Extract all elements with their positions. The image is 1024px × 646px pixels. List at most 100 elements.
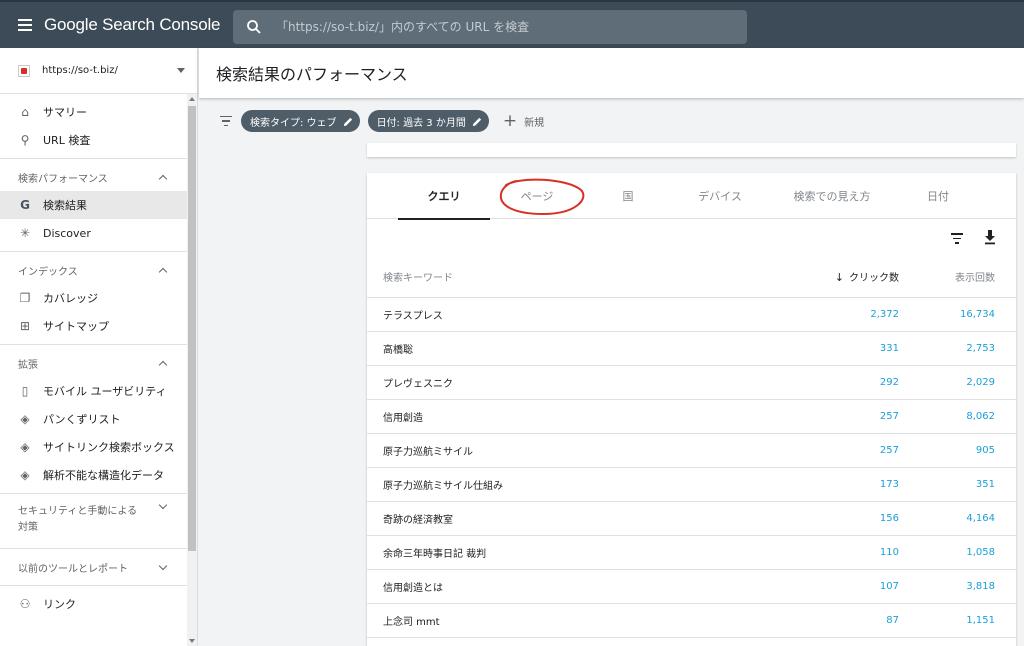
sidebar-item-label: サイトリンク検索ボックス bbox=[43, 441, 175, 454]
header-clicks[interactable]: ↓ クリック数 bbox=[767, 257, 899, 298]
asterisk-icon: ✳ bbox=[19, 226, 31, 240]
cell-query[interactable]: テラスプレス bbox=[367, 297, 767, 332]
scroll-up-icon[interactable] bbox=[189, 97, 195, 101]
cell-query[interactable]: 余命三年時事日記 裁判 bbox=[367, 535, 767, 570]
table-filter-icon[interactable] bbox=[950, 233, 964, 244]
new-filter-label: 新規 bbox=[524, 117, 545, 129]
tab-device[interactable]: デバイス bbox=[679, 173, 761, 219]
table-header-row: 検索キーワード ↓ クリック数 表示回数 bbox=[367, 257, 1016, 298]
sort-arrow-icon: ↓ bbox=[834, 271, 844, 285]
sidebar: https://so-t.biz/ ⌂ サマリー ⚲ URL 検査 検索パフォーマンス G… bbox=[0, 48, 198, 646]
layers-icon: ◈ bbox=[20, 468, 30, 482]
sidebar-item-label: サマリー bbox=[43, 106, 87, 119]
sidebar-item[interactable]: ❐ カバレッジ bbox=[0, 284, 188, 312]
sidebar-item[interactable]: ✳ Discover bbox=[0, 219, 188, 247]
sitemap-icon: ⊞ bbox=[19, 319, 31, 333]
sidebar-item[interactable]: ◈ パンくずリスト bbox=[0, 405, 188, 433]
cell-impressions: 905 bbox=[899, 433, 1016, 468]
cell-query[interactable]: 信用創造とは bbox=[367, 569, 767, 604]
cell-query[interactable]: 原子力巡航ミサイル仕組み bbox=[367, 467, 767, 502]
cell-clicks: 110 bbox=[767, 535, 899, 570]
sidebar-item[interactable]: ◈ サイトリンク検索ボックス bbox=[0, 433, 188, 461]
sidebar-divider bbox=[0, 251, 188, 252]
links-icon: ⚇ bbox=[19, 597, 31, 611]
table-row[interactable]: 原子力巡航ミサイル 257 905 bbox=[367, 433, 1016, 468]
sidebar-item-label: パンくずリスト bbox=[43, 413, 121, 426]
tab-search-appearance[interactable]: 検索での見え方 bbox=[777, 173, 887, 219]
sidebar-item[interactable]: ⚲ URL 検査 bbox=[0, 126, 188, 154]
filter-icon[interactable] bbox=[219, 115, 233, 127]
cell-query[interactable]: 上念司 mmt bbox=[367, 603, 767, 638]
tab-query[interactable]: クエリ bbox=[398, 173, 490, 220]
property-selector[interactable]: https://so-t.biz/ bbox=[0, 48, 197, 94]
date-chip[interactable]: 日付: 過去 3 か月間 bbox=[367, 110, 489, 132]
cell-query[interactable]: プレヴェスニク bbox=[367, 365, 767, 400]
sidebar-item[interactable]: ⌂ サマリー bbox=[0, 98, 188, 126]
section-title-line: 以前のツールとレポート bbox=[18, 563, 128, 575]
sidebar-item[interactable]: ⚇ リンク bbox=[0, 590, 188, 618]
home-icon: ⌂ bbox=[21, 105, 29, 119]
new-filter-button[interactable]: + 新規 bbox=[503, 112, 545, 130]
cell-query[interactable]: 信用創造 bbox=[367, 399, 767, 434]
table-row[interactable]: 信用創造 257 8,062 bbox=[367, 399, 1016, 434]
header-query[interactable]: 検索キーワード bbox=[367, 257, 767, 298]
chip-label: 検索タイプ: ウェブ bbox=[250, 117, 337, 129]
table-row[interactable]: 上念司 mmt 87 1,151 bbox=[367, 603, 1016, 638]
sidebar-item-label: カバレッジ bbox=[43, 292, 98, 305]
cell-query[interactable]: 奇跡の経済教室 bbox=[367, 501, 767, 536]
download-icon[interactable] bbox=[983, 229, 997, 245]
cell-clicks: 156 bbox=[767, 501, 899, 536]
table-row[interactable]: 奇跡の経済教室 156 4,164 bbox=[367, 501, 1016, 536]
site-favicon bbox=[18, 64, 30, 77]
table-row[interactable]: 信用創造とは 107 3,818 bbox=[367, 569, 1016, 604]
table-row[interactable]: 原子力巡航ミサイル仕組み 173 351 bbox=[367, 467, 1016, 502]
sidebar-section-header[interactable]: 検索パフォーマンス bbox=[0, 163, 188, 191]
sidebar-item[interactable]: ▯ モバイル ユーザビリティ bbox=[0, 377, 188, 405]
url-inspection-search[interactable] bbox=[233, 10, 747, 44]
sidebar-scrollbar[interactable] bbox=[187, 94, 197, 646]
copy-icon: ❐ bbox=[19, 291, 31, 305]
sidebar-section-header[interactable]: 拡張 bbox=[0, 349, 188, 377]
sidebar-item[interactable]: ◈ 解析不能な構造化データ bbox=[0, 461, 188, 489]
app-brand[interactable]: Google Search Console bbox=[44, 15, 221, 35]
table-row[interactable]: プレヴェスニク 292 2,029 bbox=[367, 365, 1016, 400]
cell-impressions: 4,164 bbox=[899, 501, 1016, 536]
search-input[interactable] bbox=[276, 20, 736, 34]
sidebar-divider bbox=[0, 548, 188, 549]
cell-clicks: 257 bbox=[767, 399, 899, 434]
sidebar-section-header[interactable]: 以前のツールとレポート bbox=[0, 553, 188, 581]
menu-icon[interactable] bbox=[14, 14, 36, 36]
scrollbar-thumb[interactable] bbox=[188, 106, 196, 551]
tab-country[interactable]: 国 bbox=[597, 173, 659, 219]
section-title: 拡張 bbox=[18, 359, 38, 371]
chevron-up-icon bbox=[158, 267, 168, 276]
table-row[interactable]: 高橋聡 331 2,753 bbox=[367, 331, 1016, 366]
section-title: インデックス bbox=[18, 266, 78, 278]
sidebar-item[interactable]: ⊞ サイトマップ bbox=[0, 312, 188, 340]
cell-clicks: 2,372 bbox=[767, 297, 899, 332]
sidebar-item[interactable]: G 検索結果 bbox=[0, 191, 188, 219]
table-row[interactable]: テラスプレス 2,372 16,734 bbox=[367, 297, 1016, 332]
sidebar-divider bbox=[0, 158, 188, 159]
dropdown-caret-icon bbox=[177, 68, 185, 73]
sidebar-divider bbox=[0, 493, 188, 494]
cell-query[interactable]: 高橋聡 bbox=[367, 331, 767, 366]
tab-page[interactable]: ページ bbox=[492, 173, 582, 219]
cell-query[interactable]: 原子力巡航ミサイル bbox=[367, 433, 767, 468]
edit-pencil-icon bbox=[343, 117, 352, 126]
layers-icon: ◈ bbox=[20, 440, 30, 454]
sidebar-nav: ⌂ サマリー ⚲ URL 検査 検索パフォーマンス G 検索結果 ✳ Discover インデック… bbox=[0, 94, 197, 618]
sidebar-item-label: サイトマップ bbox=[43, 320, 109, 333]
sidebar-section-header[interactable]: インデックス bbox=[0, 256, 188, 284]
chevron-down-icon bbox=[158, 500, 168, 510]
table-row[interactable]: 余命三年時事日記 裁判 110 1,058 bbox=[367, 535, 1016, 570]
layers-icon: ◈ bbox=[20, 412, 30, 426]
search-type-chip[interactable]: 検索タイプ: ウェブ bbox=[241, 110, 360, 132]
queries-table: 検索キーワード ↓ クリック数 表示回数 テラスプレス 2,372 16,734 高橋聡… bbox=[367, 257, 1016, 638]
header-impressions[interactable]: 表示回数 bbox=[899, 257, 1016, 298]
scroll-down-icon[interactable] bbox=[189, 639, 195, 643]
section-title: 以前のツールとレポート bbox=[18, 560, 128, 575]
sidebar-section-header[interactable]: セキュリティと手動による 対策 bbox=[0, 498, 188, 544]
dimension-tabs: クエリ ページ 国 デバイス 検索での見え方 日付 bbox=[367, 173, 1016, 220]
tab-date[interactable]: 日付 bbox=[907, 173, 969, 219]
